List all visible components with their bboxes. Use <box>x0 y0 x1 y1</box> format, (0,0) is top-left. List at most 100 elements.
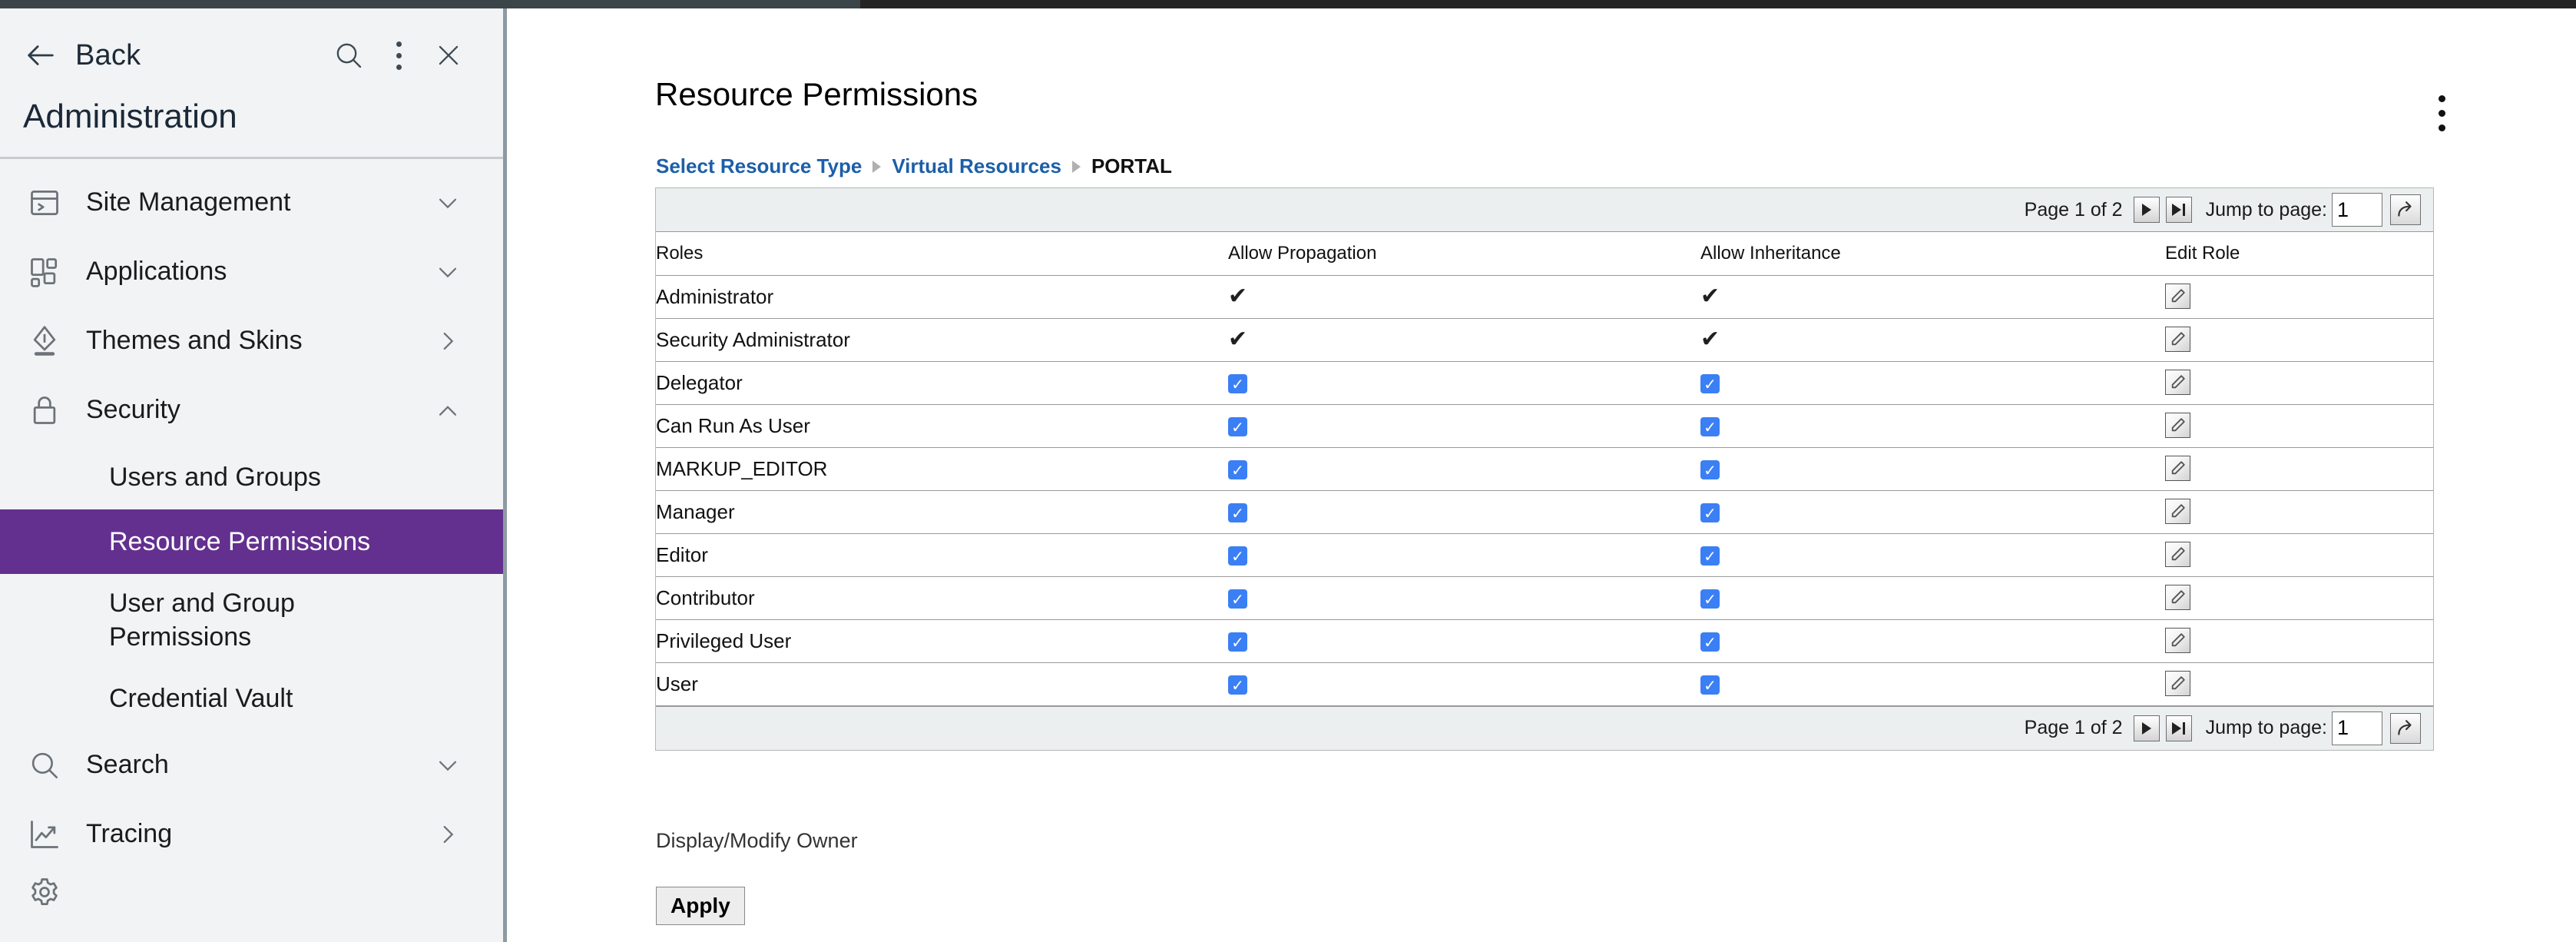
checkbox-checked-icon[interactable]: ✓ <box>1228 675 1247 695</box>
cell-allow-inheritance[interactable]: ✓ <box>1700 619 2165 662</box>
cell-edit-role <box>2165 490 2433 533</box>
checkbox-checked-icon[interactable]: ✓ <box>1228 503 1247 522</box>
cell-allow-inheritance[interactable]: ✓ <box>1700 533 2165 576</box>
edit-role-icon[interactable] <box>2165 327 2190 352</box>
chevron-down-icon[interactable] <box>432 187 463 218</box>
edit-role-icon[interactable] <box>2165 413 2190 438</box>
checkbox-checked-icon[interactable]: ✓ <box>1700 589 1720 609</box>
close-icon[interactable] <box>434 41 463 70</box>
permissions-table: Roles Allow Propagation Allow Inheritanc… <box>656 232 2433 706</box>
chevron-right-icon[interactable] <box>432 819 463 850</box>
checkbox-checked-icon[interactable]: ✓ <box>1700 417 1720 436</box>
cell-allow-propagation[interactable]: ✓ <box>1228 619 1700 662</box>
column-header-allow-inheritance: Allow Inheritance <box>1700 232 2165 275</box>
checkbox-checked-icon[interactable]: ✓ <box>1700 546 1720 566</box>
cell-allow-propagation[interactable]: ✓ <box>1228 533 1700 576</box>
sidebar-item-tracing[interactable]: Tracing <box>0 800 503 869</box>
cell-allow-inheritance[interactable]: ✓ <box>1700 447 2165 490</box>
lock-icon <box>23 389 66 432</box>
cell-allow-propagation: ✔ <box>1228 275 1700 318</box>
sidebar-item-users-and-groups[interactable]: Users and Groups <box>0 445 503 509</box>
edit-role-icon[interactable] <box>2165 456 2190 481</box>
sidebar-title: Administration <box>23 98 237 136</box>
sidebar-subitem-label: Users and Groups <box>109 463 321 493</box>
checkbox-checked-icon[interactable]: ✓ <box>1228 632 1247 652</box>
cell-edit-role <box>2165 662 2433 705</box>
checkmark-icon: ✔ <box>1228 283 1247 310</box>
checkbox-checked-icon[interactable]: ✓ <box>1700 675 1720 695</box>
cell-allow-inheritance[interactable]: ✓ <box>1700 490 2165 533</box>
go-arrow-icon[interactable] <box>2390 713 2421 744</box>
chevron-right-icon[interactable] <box>432 326 463 357</box>
column-header-roles: Roles <box>656 232 1228 275</box>
go-arrow-icon[interactable] <box>2390 194 2421 225</box>
cell-allow-propagation[interactable]: ✓ <box>1228 404 1700 447</box>
jump-to-page-input[interactable] <box>2332 711 2382 745</box>
checkbox-checked-icon[interactable]: ✓ <box>1700 460 1720 479</box>
search-icon[interactable] <box>333 40 364 71</box>
titlebar-strip-right <box>860 0 2576 8</box>
sidebar-item-search[interactable]: Search <box>0 731 503 800</box>
edit-role-icon[interactable] <box>2165 542 2190 567</box>
apply-button[interactable]: Apply <box>656 887 745 925</box>
cell-edit-role <box>2165 576 2433 619</box>
pen-nib-icon <box>23 320 66 363</box>
breadcrumb-item-portal: PORTAL <box>1091 154 1172 178</box>
checkbox-checked-icon[interactable]: ✓ <box>1228 589 1247 609</box>
checkbox-checked-icon[interactable]: ✓ <box>1700 374 1720 393</box>
cell-allow-propagation[interactable]: ✓ <box>1228 361 1700 404</box>
edit-role-icon[interactable] <box>2165 671 2190 696</box>
sidebar-item-user-and-group-permissions[interactable]: User and Group Permissions <box>0 574 503 666</box>
main-content: Resource Permissions Select Resource Typ… <box>511 8 2576 942</box>
sidebar-item-partial-bottom[interactable] <box>0 869 503 915</box>
titlebar-strip-left <box>0 0 860 8</box>
edit-role-icon[interactable] <box>2165 585 2190 610</box>
chevron-up-icon[interactable] <box>432 395 463 426</box>
cell-allow-propagation[interactable]: ✓ <box>1228 576 1700 619</box>
cell-role-name: Manager <box>656 490 1228 533</box>
cell-allow-inheritance[interactable]: ✓ <box>1700 576 2165 619</box>
edit-role-icon[interactable] <box>2165 499 2190 524</box>
overflow-menu-icon[interactable] <box>2439 91 2445 135</box>
next-page-icon[interactable] <box>2134 715 2160 741</box>
sidebar-item-themes-and-skins[interactable]: Themes and Skins <box>0 307 503 376</box>
cell-allow-inheritance[interactable]: ✓ <box>1700 361 2165 404</box>
last-page-icon[interactable] <box>2166 197 2192 223</box>
sidebar-item-applications[interactable]: Applications <box>0 237 503 307</box>
checkbox-checked-icon[interactable]: ✓ <box>1700 503 1720 522</box>
chevron-down-icon[interactable] <box>432 750 463 781</box>
checkbox-checked-icon[interactable]: ✓ <box>1228 460 1247 479</box>
overflow-menu-icon[interactable] <box>396 38 402 73</box>
edit-role-icon[interactable] <box>2165 284 2190 309</box>
back-label[interactable]: Back <box>75 39 141 72</box>
sidebar-item-security[interactable]: Security <box>0 376 503 445</box>
breadcrumb-item-virtual-resources[interactable]: Virtual Resources <box>892 154 1061 178</box>
cell-allow-propagation[interactable]: ✓ <box>1228 490 1700 533</box>
edit-role-icon[interactable] <box>2165 370 2190 395</box>
table-row: Manager✓✓ <box>656 490 2433 533</box>
back-arrow-icon[interactable] <box>23 38 58 73</box>
last-page-icon[interactable] <box>2166 715 2192 741</box>
cell-allow-propagation[interactable]: ✓ <box>1228 447 1700 490</box>
cell-allow-inheritance[interactable]: ✓ <box>1700 404 2165 447</box>
jump-to-page-input[interactable] <box>2332 193 2382 227</box>
edit-role-icon[interactable] <box>2165 628 2190 653</box>
checkbox-checked-icon[interactable]: ✓ <box>1228 417 1247 436</box>
cell-edit-role <box>2165 404 2433 447</box>
next-page-icon[interactable] <box>2134 197 2160 223</box>
display-modify-owner-label[interactable]: Display/Modify Owner <box>656 829 858 853</box>
checkbox-checked-icon[interactable]: ✓ <box>1228 546 1247 566</box>
cell-allow-propagation[interactable]: ✓ <box>1228 662 1700 705</box>
sidebar-item-site-management[interactable]: Site Management <box>0 168 503 237</box>
cell-allow-inheritance[interactable]: ✓ <box>1700 662 2165 705</box>
cell-role-name: User <box>656 662 1228 705</box>
breadcrumb-item-select-resource-type[interactable]: Select Resource Type <box>656 154 862 178</box>
sidebar-item-resource-permissions[interactable]: Resource Permissions <box>0 509 503 574</box>
checkmark-icon: ✔ <box>1700 283 1720 310</box>
checkmark-icon: ✔ <box>1228 326 1247 353</box>
chevron-down-icon[interactable] <box>432 257 463 287</box>
sidebar-item-credential-vault[interactable]: Credential Vault <box>0 666 503 731</box>
checkbox-checked-icon[interactable]: ✓ <box>1700 632 1720 652</box>
checkbox-checked-icon[interactable]: ✓ <box>1228 374 1247 393</box>
gear-icon <box>23 871 66 914</box>
